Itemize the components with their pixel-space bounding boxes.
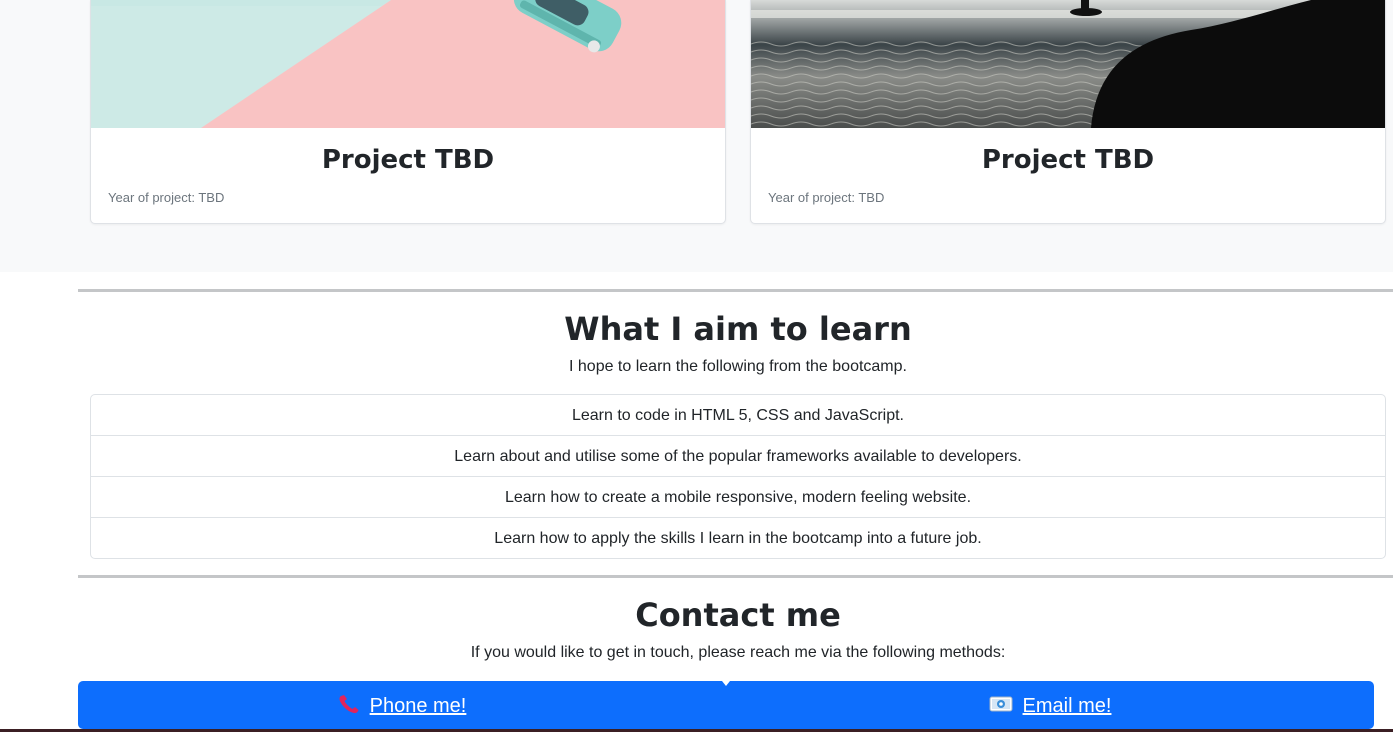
contact-title: Contact me: [635, 596, 841, 634]
project-title: Project TBD: [321, 145, 495, 175]
phone-button[interactable]: Phone me!: [78, 681, 726, 729]
email-button[interactable]: Email me!: [726, 681, 1374, 729]
project-card: Project TBD Year of project: TBD: [90, 0, 726, 224]
list-item: Learn about and utilise some of the popu…: [91, 436, 1385, 477]
contact-buttons: Phone me! Email me!: [78, 681, 1374, 729]
section-divider: [78, 575, 1393, 578]
telephone-receiver-icon: [338, 694, 360, 719]
project-image-pastel-car: [91, 0, 725, 128]
email-label: Email me!: [1022, 694, 1112, 717]
contact-lead: If you would like to get in touch, pleas…: [470, 644, 1006, 661]
project-card: Project TBD Year of project: TBD: [750, 0, 1386, 224]
project-year: Year of project: TBD: [768, 190, 885, 205]
project-title: Project TBD: [981, 145, 1155, 175]
email-envelope-icon: [989, 695, 1013, 718]
project-year: Year of project: TBD: [108, 190, 225, 205]
list-item: Learn how to create a mobile responsive,…: [91, 477, 1385, 518]
learn-title: What I aim to learn: [564, 310, 912, 348]
learn-lead: I hope to learn the following from the b…: [569, 358, 907, 375]
section-divider: [78, 289, 1393, 292]
projects-section: Project TBD Year of project: TBD Project…: [0, 0, 1393, 272]
portfolio-page: Project TBD Year of project: TBD Project…: [0, 0, 1393, 732]
learn-list: Learn to code in HTML 5, CSS and JavaScr…: [90, 394, 1386, 559]
list-item: Learn how to apply the skills I learn in…: [494, 530, 982, 547]
list-item: Learn to code in HTML 5, CSS and JavaScr…: [91, 395, 1385, 436]
project-image-surfer-ocean: [751, 0, 1385, 128]
phone-label: Phone me!: [369, 694, 467, 717]
